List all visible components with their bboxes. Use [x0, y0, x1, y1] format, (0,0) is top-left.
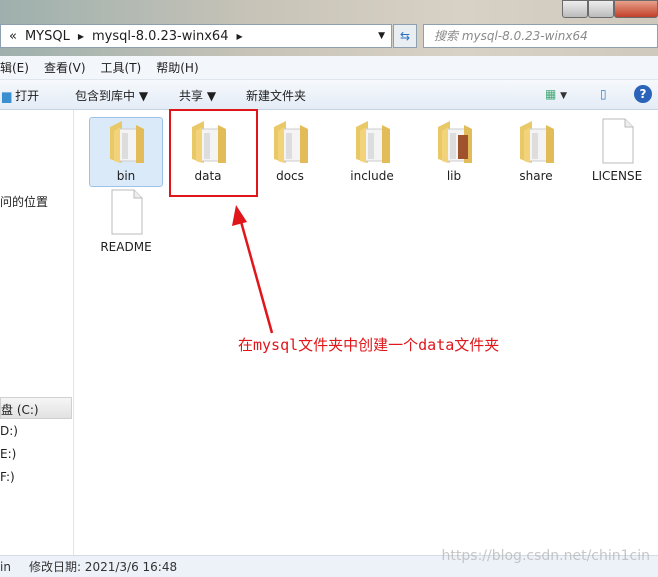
status-name: in [0, 559, 11, 574]
annotation-arrow [232, 205, 274, 334]
watermark: https://blog.csdn.net/chin1cin [441, 548, 650, 564]
status-modified: 修改日期: 2021/3/6 16:48 [28, 560, 178, 574]
annotation-text: 在mysql文件夹中创建一个data文件夹 [238, 336, 500, 354]
